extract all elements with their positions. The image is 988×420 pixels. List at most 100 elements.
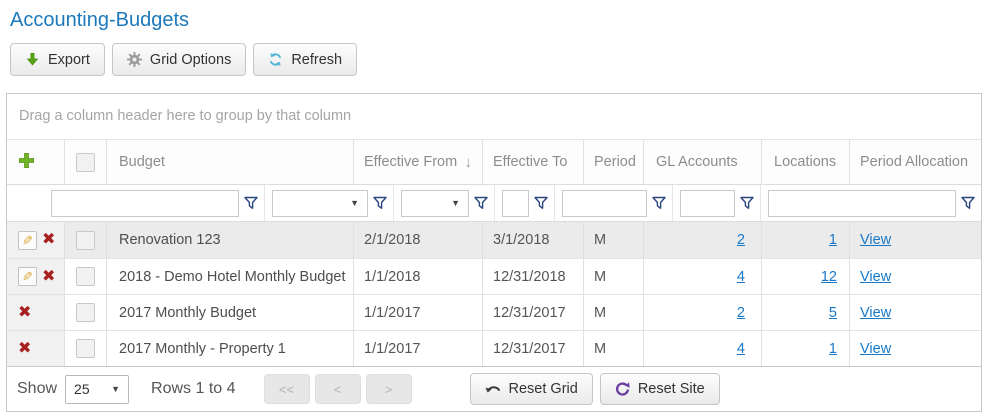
- budget-filter-input[interactable]: [52, 191, 238, 216]
- column-header-effective-from[interactable]: Effective From ↓: [354, 140, 483, 184]
- refresh-icon: [268, 52, 283, 67]
- page-title: Accounting-Budgets: [10, 9, 189, 32]
- column-header-period[interactable]: Period: [584, 140, 644, 184]
- row-checkbox[interactable]: [76, 267, 95, 286]
- effective-from-filter-input[interactable]: [273, 191, 350, 216]
- period-filter-input[interactable]: [503, 191, 528, 216]
- view-link[interactable]: View: [860, 232, 891, 248]
- row-checkbox[interactable]: [76, 231, 95, 250]
- edit-icon[interactable]: ✎: [18, 231, 37, 250]
- period-allocation-filter-input[interactable]: [769, 191, 955, 216]
- row-checkbox[interactable]: [76, 303, 95, 322]
- gl-accounts-cell: 2: [644, 222, 762, 258]
- refresh-c-arrow-icon: [615, 382, 630, 397]
- reset-grid-button[interactable]: Reset Grid: [470, 373, 593, 405]
- gl-accounts-link[interactable]: 2: [737, 305, 745, 321]
- select-all-header-cell: [65, 140, 107, 184]
- header-row: Budget Effective From ↓ Effective To Per…: [7, 140, 981, 185]
- period-cell: M: [584, 222, 644, 258]
- filter-funnel-icon[interactable]: [961, 196, 976, 210]
- gl-accounts-cell: 2: [644, 295, 762, 330]
- effective-to-cell: 12/31/2017: [483, 295, 584, 330]
- filter-funnel-icon[interactable]: [534, 196, 549, 210]
- filter-funnel-icon[interactable]: [244, 196, 259, 210]
- pager-prev-button[interactable]: <: [315, 374, 361, 404]
- locations-filter-input[interactable]: [681, 191, 734, 216]
- period-allocation-cell: View: [850, 331, 981, 366]
- filter-cell-period: [495, 185, 555, 221]
- filter-funnel-icon[interactable]: [474, 196, 489, 210]
- toolbar: Export Grid Options Refresh: [10, 43, 357, 76]
- filter-funnel-icon[interactable]: [740, 196, 755, 210]
- select-all-checkbox[interactable]: [76, 153, 95, 172]
- edit-icon[interactable]: ✎: [18, 267, 37, 286]
- delete-icon[interactable]: ✖: [18, 341, 31, 357]
- gl-accounts-link[interactable]: 4: [737, 341, 745, 357]
- filter-funnel-icon[interactable]: [373, 196, 388, 210]
- delete-icon[interactable]: ✖: [42, 232, 55, 248]
- add-icon[interactable]: [18, 152, 35, 173]
- gl-accounts-link[interactable]: 4: [737, 269, 745, 285]
- period-cell: M: [584, 331, 644, 366]
- caret-down-icon: ▼: [111, 384, 120, 394]
- effective-from-cell: 2/1/2018: [354, 222, 483, 258]
- column-header-locations[interactable]: Locations: [762, 140, 850, 184]
- effective-from-filter-combo[interactable]: ▼: [272, 190, 368, 217]
- export-button[interactable]: Export: [10, 43, 105, 76]
- group-by-panel[interactable]: Drag a column header here to group by th…: [7, 94, 981, 140]
- refresh-button[interactable]: Refresh: [253, 43, 357, 76]
- refresh-label: Refresh: [291, 52, 342, 68]
- period-allocation-cell: View: [850, 259, 981, 294]
- effective-to-cell: 12/31/2017: [483, 331, 584, 366]
- table-row[interactable]: ✎ ✖ Renovation 123 2/1/2018 3/1/2018 M 2…: [7, 222, 981, 258]
- row-actions-cell: ✖: [7, 295, 65, 330]
- locations-link[interactable]: 1: [829, 232, 837, 248]
- locations-link[interactable]: 5: [829, 305, 837, 321]
- table-row[interactable]: ✎ ✖ 2018 - Demo Hotel Monthly Budget 1/1…: [7, 258, 981, 294]
- show-label: Show: [17, 380, 57, 398]
- table-row[interactable]: ✖ 2017 Monthly Budget 1/1/2017 12/31/201…: [7, 294, 981, 330]
- budgets-grid: Drag a column header here to group by th…: [6, 93, 982, 412]
- budget-cell: Renovation 123: [107, 222, 354, 258]
- column-header-effective-to[interactable]: Effective To: [483, 140, 584, 184]
- reset-grid-label: Reset Grid: [509, 381, 578, 397]
- effective-to-filter-input[interactable]: [402, 191, 451, 216]
- table-row[interactable]: ✖ 2017 Monthly - Property 1 1/1/2017 12/…: [7, 330, 981, 366]
- pager-first-button[interactable]: <<: [264, 374, 310, 404]
- gl-accounts-filter-input[interactable]: [563, 191, 646, 216]
- view-link[interactable]: View: [860, 269, 891, 285]
- reset-site-button[interactable]: Reset Site: [600, 373, 720, 405]
- locations-link[interactable]: 1: [829, 341, 837, 357]
- column-header-budget[interactable]: Budget: [107, 140, 354, 184]
- column-header-period-allocation[interactable]: Period Allocation: [850, 140, 981, 184]
- filter-funnel-icon[interactable]: [652, 196, 667, 210]
- view-link[interactable]: View: [860, 305, 891, 321]
- column-header-gl-accounts[interactable]: GL Accounts: [644, 140, 762, 184]
- effective-from-cell: 1/1/2017: [354, 331, 483, 366]
- gear-icon: [127, 52, 142, 67]
- caret-down-icon[interactable]: ▼: [451, 198, 468, 208]
- delete-icon[interactable]: ✖: [42, 269, 55, 285]
- budgets-page: Accounting-Budgets Export Grid Options R…: [0, 0, 988, 420]
- grid-options-button[interactable]: Grid Options: [112, 43, 246, 76]
- caret-down-icon[interactable]: ▼: [350, 198, 367, 208]
- filter-cell-gl-accounts: [555, 185, 673, 221]
- add-row-header-cell: [7, 140, 65, 184]
- locations-cell: 1: [762, 331, 850, 366]
- view-link[interactable]: View: [860, 341, 891, 357]
- filter-cell-budget: [44, 185, 265, 221]
- gl-accounts-link[interactable]: 2: [737, 232, 745, 248]
- sort-desc-icon[interactable]: ↓: [465, 154, 473, 171]
- reset-site-label: Reset Site: [638, 381, 705, 397]
- delete-icon[interactable]: ✖: [18, 305, 31, 321]
- pager-next-button[interactable]: >: [366, 374, 412, 404]
- row-check-cell: [65, 331, 107, 366]
- page-size-select[interactable]: 25 ▼: [65, 375, 129, 404]
- effective-to-filter-combo[interactable]: ▼: [401, 190, 469, 217]
- budget-cell: 2018 - Demo Hotel Monthly Budget: [107, 259, 354, 294]
- effective-to-cell: 3/1/2018: [483, 222, 584, 258]
- locations-link[interactable]: 12: [821, 269, 837, 285]
- period-cell: M: [584, 295, 644, 330]
- period-allocation-cell: View: [850, 295, 981, 330]
- row-checkbox[interactable]: [76, 339, 95, 358]
